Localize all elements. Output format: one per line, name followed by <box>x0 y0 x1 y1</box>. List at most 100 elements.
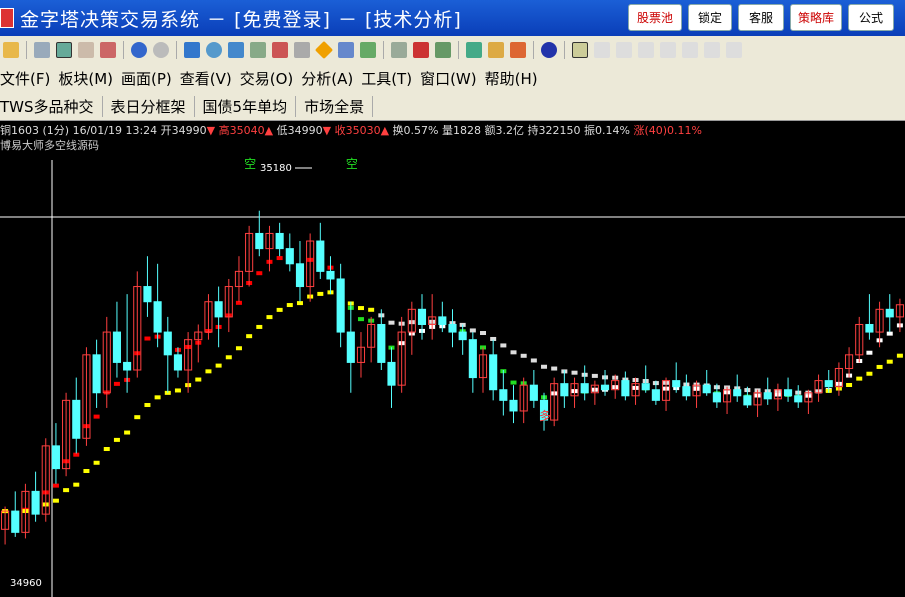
candle-body <box>72 399 81 439</box>
candle-body <box>885 308 894 318</box>
move-icon[interactable] <box>184 42 200 58</box>
menu-sector[interactable]: 板块(M) <box>58 68 113 89</box>
layout-tab-bar: TWS多品种交 表日分框架 国债5年单均 市场全景 <box>0 92 905 121</box>
alert-icon[interactable] <box>314 40 334 60</box>
menu-help[interactable]: 帮助(H) <box>485 68 538 89</box>
candle-body <box>295 263 305 288</box>
document-icon[interactable] <box>338 42 354 58</box>
toolbar-separator <box>564 41 565 59</box>
slow-line-dot <box>591 373 598 378</box>
menu-analysis[interactable]: 分析(A) <box>301 68 353 89</box>
stock-pool-button[interactable]: 股票池 <box>628 4 682 31</box>
slow-line-dot <box>63 488 70 493</box>
bars-tool-icon[interactable] <box>638 42 654 58</box>
list-icon[interactable] <box>413 42 429 58</box>
slow-line-dot <box>113 437 120 442</box>
formula-button[interactable]: 公式 <box>848 4 894 31</box>
candle-body <box>580 383 589 394</box>
slow-line-dot <box>276 307 283 312</box>
menu-view[interactable]: 查看(V) <box>180 68 232 89</box>
compare-icon[interactable] <box>272 42 288 58</box>
more-tools-icon[interactable] <box>726 42 742 58</box>
slow-line-dot <box>154 395 161 400</box>
indicator-tool-icon[interactable] <box>682 42 698 58</box>
trend-tool-icon[interactable] <box>660 42 676 58</box>
zoom-icon[interactable] <box>206 42 222 58</box>
candle-body <box>143 286 152 303</box>
candle-body <box>712 392 721 403</box>
fast-line-dot <box>93 414 100 419</box>
grid-icon[interactable] <box>391 42 407 58</box>
candle-body <box>417 308 427 325</box>
redo-icon[interactable] <box>153 42 169 58</box>
candle-body <box>31 490 40 515</box>
slow-line-dot <box>571 370 578 375</box>
slow-line-dot <box>317 291 324 296</box>
layout-icon[interactable] <box>56 42 72 58</box>
candle-body <box>621 380 630 397</box>
candle-body <box>377 323 386 363</box>
lock-button[interactable]: 锁定 <box>688 4 732 31</box>
kline-chart[interactable]: 3518034960空空多多 <box>0 120 905 597</box>
candle-body <box>824 380 833 388</box>
slow-line-dot <box>246 334 253 339</box>
panel-icon[interactable] <box>435 42 451 58</box>
candle-body <box>600 384 610 391</box>
tab-daily-frame[interactable]: 表日分框架 <box>103 95 195 117</box>
menu-file[interactable]: 文件(F) <box>0 68 50 89</box>
slow-line-dot <box>520 353 527 358</box>
high-marker-label: 35180 <box>260 163 292 174</box>
menu-window[interactable]: 窗口(W) <box>420 68 477 89</box>
candle-body <box>255 232 264 250</box>
tab-tws[interactable]: TWS多品种交 <box>0 95 103 117</box>
slow-line-dot <box>205 369 212 374</box>
undo-icon[interactable] <box>131 42 147 58</box>
menu-tools[interactable]: 工具(T) <box>361 68 412 89</box>
slow-line-dot <box>480 331 487 336</box>
fast-line-dot <box>276 256 283 261</box>
service-button[interactable]: 客服 <box>738 4 784 31</box>
menu-trade[interactable]: 交易(O) <box>240 68 294 89</box>
screen-icon[interactable] <box>228 42 244 58</box>
toolbar-separator <box>123 41 124 59</box>
candle-body <box>865 323 874 333</box>
candle-body <box>326 270 335 280</box>
slow-line-dot <box>103 447 110 452</box>
tree-icon[interactable] <box>510 42 526 58</box>
candle-body <box>733 389 742 397</box>
fast-line-dot <box>256 271 263 276</box>
monitor-icon[interactable] <box>466 42 482 58</box>
candle-body <box>489 354 498 391</box>
period-tool-icon[interactable] <box>704 42 720 58</box>
tab-market-overview[interactable]: 市场全景 <box>296 95 374 117</box>
fast-line-dot <box>510 380 517 385</box>
line-tool-icon[interactable] <box>594 42 610 58</box>
candle-body <box>672 380 681 388</box>
chart-icon[interactable] <box>360 42 376 58</box>
candle-body <box>285 248 294 265</box>
text-tool-icon[interactable] <box>616 42 632 58</box>
open-folder-icon[interactable] <box>3 42 19 58</box>
slow-line-dot <box>876 364 883 369</box>
fast-line-dot <box>886 331 893 336</box>
menu-view-layout[interactable]: 画面(P) <box>121 68 172 89</box>
slow-line-dot <box>83 469 90 474</box>
title-bar: 金字塔决策交易系统 － [免费登录] － [技术分析] 股票池 锁定 客服 策略… <box>0 0 905 36</box>
folder-icon[interactable] <box>488 42 504 58</box>
slow-line-dot <box>388 320 395 325</box>
draw-tool-icon[interactable] <box>572 42 588 58</box>
candle-body <box>682 386 691 397</box>
tab-treasury[interactable]: 国债5年单均 <box>195 95 297 117</box>
edit-icon[interactable] <box>250 42 266 58</box>
print-icon[interactable] <box>294 42 310 58</box>
paste-icon[interactable] <box>100 42 116 58</box>
slow-line-dot <box>256 324 263 329</box>
slow-line-dot <box>368 307 375 312</box>
window-icon[interactable] <box>34 42 50 58</box>
copy-icon[interactable] <box>78 42 94 58</box>
help-icon[interactable] <box>541 42 557 58</box>
strategy-library-button[interactable]: 策略库 <box>790 4 842 31</box>
fast-line-dot <box>113 381 120 386</box>
short-signal-label: 空 <box>244 157 256 171</box>
slow-line-dot <box>357 306 364 311</box>
